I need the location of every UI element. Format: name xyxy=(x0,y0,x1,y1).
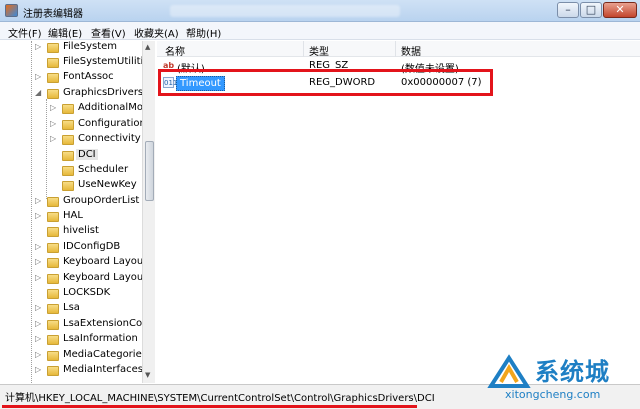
folder-open-icon xyxy=(47,89,59,99)
regedit-app-icon xyxy=(5,4,18,17)
folder-icon xyxy=(47,274,59,284)
maximize-button[interactable]: □ xyxy=(580,2,602,18)
folder-icon xyxy=(47,243,59,253)
tree-guide-line xyxy=(31,41,32,383)
expand-arrow-icon[interactable]: ▷ xyxy=(35,242,45,251)
column-header-name[interactable]: 名称 xyxy=(165,43,185,58)
expand-arrow-icon[interactable]: ▷ xyxy=(35,42,45,51)
expand-arrow-icon[interactable]: ▷ xyxy=(35,72,45,81)
expand-arrow-icon[interactable]: ▷ xyxy=(50,134,60,143)
column-header-data[interactable]: 数据 xyxy=(401,43,421,58)
tree-vertical-scrollbar[interactable]: ▲ ▼ xyxy=(142,41,155,383)
close-button[interactable]: ✕ xyxy=(603,2,637,18)
tree-guide-line xyxy=(46,99,47,199)
expand-arrow-icon[interactable]: ▷ xyxy=(35,319,45,328)
folder-icon xyxy=(47,43,59,53)
scroll-down-arrow-icon[interactable]: ▼ xyxy=(145,371,150,379)
folder-icon xyxy=(47,58,59,68)
folder-icon xyxy=(62,120,74,130)
collapse-arrow-icon[interactable]: ◢ xyxy=(35,88,45,97)
folder-icon xyxy=(47,197,59,207)
expand-arrow-icon[interactable]: ▷ xyxy=(50,103,60,112)
menu-file[interactable]: 文件(F) xyxy=(8,25,42,40)
folder-icon xyxy=(47,227,59,237)
folder-icon xyxy=(47,212,59,222)
folder-icon xyxy=(62,181,74,191)
scrollbar-thumb[interactable] xyxy=(145,141,154,201)
scroll-up-arrow-icon[interactable]: ▲ xyxy=(145,43,150,51)
menu-favorites[interactable]: 收藏夹(A) xyxy=(134,25,179,40)
folder-icon xyxy=(47,351,59,361)
folder-icon xyxy=(47,335,59,345)
menu-help[interactable]: 帮助(H) xyxy=(186,25,221,40)
blurred-title-region xyxy=(170,5,400,17)
expand-arrow-icon[interactable]: ▷ xyxy=(35,365,45,374)
expand-arrow-icon[interactable]: ▷ xyxy=(35,211,45,220)
folder-icon xyxy=(62,151,74,161)
watermark-en-text: xitongcheng.com xyxy=(505,388,601,401)
minimize-button[interactable]: – xyxy=(557,2,579,18)
watermark-cn-text: 系统城 xyxy=(535,358,610,386)
folder-icon xyxy=(47,289,59,299)
expand-arrow-icon[interactable]: ▷ xyxy=(35,273,45,282)
expand-arrow-icon[interactable]: ▷ xyxy=(35,257,45,266)
expand-arrow-icon[interactable]: ▷ xyxy=(35,303,45,312)
window-title: 注册表编辑器 xyxy=(23,9,83,20)
menu-edit[interactable]: 编辑(E) xyxy=(48,25,82,40)
expand-arrow-icon[interactable]: ▷ xyxy=(35,196,45,205)
list-header: 名称 类型 数据 xyxy=(157,41,640,58)
menu-bar: 文件(F) 编辑(E) 查看(V) 收藏夹(A) 帮助(H) xyxy=(0,22,640,40)
column-separator[interactable] xyxy=(395,41,396,57)
watermark: 系统城 xitongcheng.com xyxy=(487,350,637,406)
column-header-type[interactable]: 类型 xyxy=(309,43,329,58)
folder-icon xyxy=(47,73,59,83)
menu-view[interactable]: 查看(V) xyxy=(91,25,126,40)
registry-key-tree[interactable]: ▷ FileSystem FileSystemUtilities ▷ FontAss… xyxy=(0,41,155,383)
expand-arrow-icon[interactable]: ▷ xyxy=(50,119,60,128)
folder-icon xyxy=(62,135,74,145)
folder-icon xyxy=(47,258,59,268)
annotation-underline xyxy=(2,405,417,408)
folder-icon xyxy=(47,366,59,376)
watermark-logo-icon xyxy=(487,354,531,388)
title-bar: 注册表编辑器 – □ ✕ xyxy=(0,0,640,22)
folder-icon xyxy=(47,304,59,314)
expand-arrow-icon[interactable]: ▷ xyxy=(35,350,45,359)
annotation-highlight-box xyxy=(158,69,493,96)
folder-icon xyxy=(62,166,74,176)
folder-icon xyxy=(47,320,59,330)
expand-arrow-icon[interactable]: ▷ xyxy=(35,334,45,343)
status-path: 计算机\HKEY_LOCAL_MACHINE\SYSTEM\CurrentCon… xyxy=(5,393,435,404)
column-separator[interactable] xyxy=(303,41,304,57)
folder-icon xyxy=(62,104,74,114)
